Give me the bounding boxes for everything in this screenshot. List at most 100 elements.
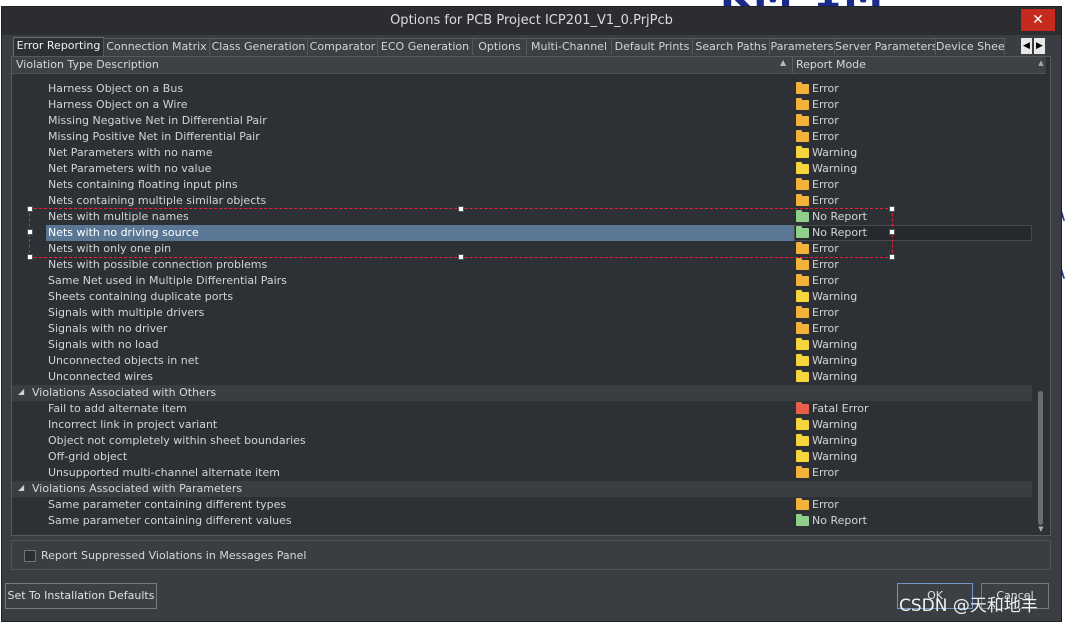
- violation-description: Net Parameters with no value: [48, 162, 212, 175]
- violation-row[interactable]: Harness Object on a Wire Error: [12, 97, 1046, 113]
- selection-handle: [27, 206, 33, 212]
- violation-row[interactable]: Off-grid object Warning: [12, 449, 1046, 465]
- column-header-description[interactable]: Violation Type Description: [16, 58, 159, 71]
- report-mode-value[interactable]: Warning: [812, 290, 857, 303]
- report-mode-value[interactable]: Warning: [812, 146, 857, 159]
- folder-icon: [796, 98, 809, 110]
- folder-icon: [796, 338, 809, 350]
- column-header-report-mode[interactable]: Report Mode: [796, 58, 866, 71]
- tab-device-sheets[interactable]: Device Sheets: [935, 38, 1005, 55]
- tab-scroll-right-icon[interactable]: ▶: [1034, 38, 1045, 54]
- violation-row[interactable]: Object not completely within sheet bound…: [12, 433, 1046, 449]
- violation-description: Unconnected wires: [48, 370, 153, 383]
- set-defaults-button[interactable]: Set To Installation Defaults: [5, 583, 157, 609]
- sort-arrow-icon: ▲: [780, 58, 787, 67]
- violation-row[interactable]: Missing Positive Net in Differential Pai…: [12, 129, 1046, 145]
- violation-row[interactable]: Signals with no driver Error: [12, 321, 1046, 337]
- folder-icon: [796, 514, 809, 526]
- folder-icon: [796, 498, 809, 510]
- violation-description: Net Parameters with no name: [48, 146, 213, 159]
- folder-icon: [796, 82, 809, 94]
- violation-description: Harness Object on a Wire: [48, 98, 188, 111]
- violation-row[interactable]: Same parameter containing different valu…: [12, 513, 1046, 529]
- report-mode-value[interactable]: Error: [812, 498, 839, 511]
- violation-description: Signals with multiple drivers: [48, 306, 205, 319]
- violation-row[interactable]: Missing Negative Net in Differential Pai…: [12, 113, 1046, 129]
- options-footer-panel: Report Suppressed Violations in Messages…: [11, 540, 1051, 570]
- violation-row[interactable]: Unconnected wires Warning: [12, 369, 1046, 385]
- report-mode-value[interactable]: Warning: [812, 354, 857, 367]
- violation-row[interactable]: Unconnected objects in net Warning: [12, 353, 1046, 369]
- report-mode-value[interactable]: Error: [812, 178, 839, 191]
- tab-comparator[interactable]: Comparator: [307, 38, 378, 55]
- tab-multi-channel[interactable]: Multi-Channel: [526, 38, 612, 55]
- report-mode-value[interactable]: Error: [812, 466, 839, 479]
- tab-server-parameters[interactable]: Server Parameters: [834, 38, 936, 55]
- close-icon: ✕: [1032, 12, 1044, 28]
- violation-row[interactable]: Sheets containing duplicate ports Warning: [12, 289, 1046, 305]
- violation-row[interactable]: Incorrect link in project variant Warning: [12, 417, 1046, 433]
- folder-icon: [796, 162, 809, 174]
- report-mode-value[interactable]: Warning: [812, 370, 857, 383]
- close-button[interactable]: ✕: [1021, 9, 1055, 31]
- report-mode-value[interactable]: Warning: [812, 418, 857, 431]
- scroll-down-icon[interactable]: ▼: [1036, 525, 1046, 535]
- report-mode-value[interactable]: Error: [812, 322, 839, 335]
- report-mode-value[interactable]: Error: [812, 98, 839, 111]
- tab-class-generation[interactable]: Class Generation: [209, 38, 308, 55]
- tab-search-paths[interactable]: Search Paths: [692, 38, 770, 55]
- violation-row[interactable]: Same Net used in Multiple Differential P…: [12, 273, 1046, 289]
- report-suppressed-checkbox[interactable]: [24, 550, 36, 562]
- report-mode-value[interactable]: Warning: [812, 434, 857, 447]
- scroll-up-icon[interactable]: ▲: [1036, 59, 1046, 69]
- collapse-icon[interactable]: ◢: [18, 387, 24, 396]
- tab-error-reporting[interactable]: Error Reporting: [13, 37, 104, 56]
- report-mode-value[interactable]: Warning: [812, 450, 857, 463]
- report-mode-value[interactable]: Fatal Error: [812, 402, 868, 415]
- folder-icon: [796, 354, 809, 366]
- report-mode-value[interactable]: Error: [812, 274, 839, 287]
- annotation-highlight-box: [27, 206, 895, 260]
- selection-handle: [27, 254, 33, 260]
- violation-row[interactable]: Unsupported multi-channel alternate item…: [12, 465, 1046, 481]
- selection-handle: [458, 254, 464, 260]
- violation-row[interactable]: Net Parameters with no value Warning: [12, 161, 1046, 177]
- report-mode-value[interactable]: Warning: [812, 338, 857, 351]
- violation-row[interactable]: Signals with multiple drivers Error: [12, 305, 1046, 321]
- folder-icon: [796, 402, 809, 414]
- tab-parameters[interactable]: Parameters: [769, 38, 835, 55]
- violation-description: Nets containing multiple similar objects: [48, 194, 267, 207]
- vertical-scrollbar[interactable]: ▲ ▼: [1036, 59, 1046, 535]
- report-mode-value[interactable]: Error: [812, 258, 839, 271]
- violation-row[interactable]: Nets containing floating input pins Error: [12, 177, 1046, 193]
- group-label: Violations Associated with Others: [32, 386, 217, 399]
- report-mode-value[interactable]: Error: [812, 114, 839, 127]
- scrollbar-thumb[interactable]: [1038, 391, 1043, 525]
- tab-options[interactable]: Options: [472, 38, 527, 55]
- violation-row[interactable]: Net Parameters with no name Warning: [12, 145, 1046, 161]
- violation-group-header[interactable]: ◢ Violations Associated with Parameters: [12, 481, 1032, 497]
- report-mode-value[interactable]: Error: [812, 194, 839, 207]
- violation-group-header[interactable]: ◢ Violations Associated with Others: [12, 385, 1032, 401]
- violation-description: Same Net used in Multiple Differential P…: [48, 274, 287, 287]
- report-mode-value[interactable]: Error: [812, 306, 839, 319]
- report-mode-value[interactable]: No Report: [812, 514, 867, 527]
- collapse-icon[interactable]: ◢: [18, 483, 24, 492]
- tab-default-prints[interactable]: Default Prints: [611, 38, 693, 55]
- report-mode-value[interactable]: Error: [812, 130, 839, 143]
- folder-icon: [796, 114, 809, 126]
- violation-row[interactable]: Signals with no load Warning: [12, 337, 1046, 353]
- violation-description: Unsupported multi-channel alternate item: [48, 466, 280, 479]
- folder-icon: [796, 306, 809, 318]
- violation-row[interactable]: Same parameter containing different type…: [12, 497, 1046, 513]
- tab-eco-generation[interactable]: ECO Generation: [377, 38, 473, 55]
- folder-icon: [796, 194, 809, 206]
- column-divider[interactable]: [792, 57, 793, 73]
- tab-scroll-left-icon[interactable]: ◀: [1021, 38, 1032, 54]
- report-mode-value[interactable]: Error: [812, 82, 839, 95]
- violation-row[interactable]: Harness Object on a Bus Error: [12, 81, 1046, 97]
- violation-row[interactable]: Fail to add alternate item Fatal Error: [12, 401, 1046, 417]
- report-mode-value[interactable]: Warning: [812, 162, 857, 175]
- selection-handle: [458, 206, 464, 212]
- tab-connection-matrix[interactable]: Connection Matrix: [103, 38, 210, 55]
